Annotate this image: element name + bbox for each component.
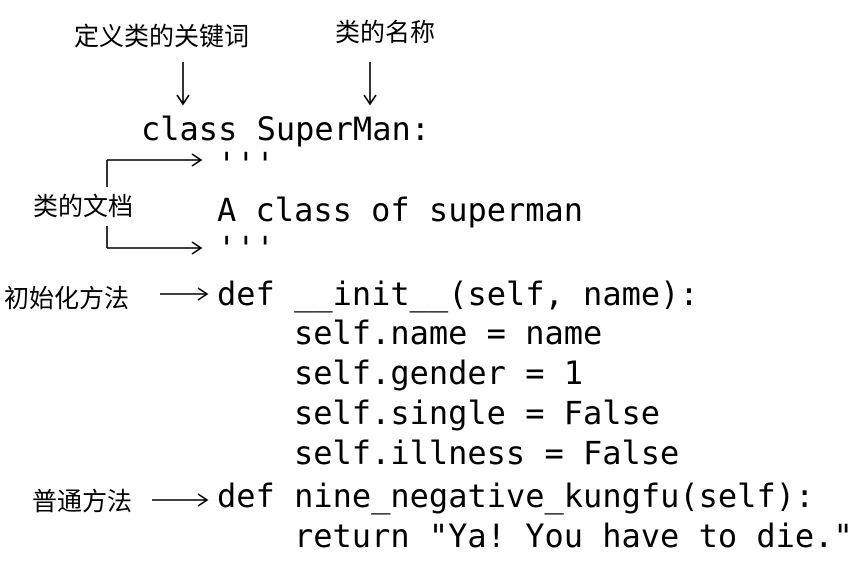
docstring-text: A class of superman: [217, 191, 584, 229]
init-body-line: self.name = name: [294, 314, 603, 352]
class-doc-label: 类的文档: [33, 192, 134, 221]
normal-method-label: 普通方法: [32, 487, 133, 516]
init-def-line: def __init__(self, name):: [217, 275, 699, 313]
init-body-line: self.gender = 1: [294, 354, 583, 392]
docstring-open: ''': [217, 145, 275, 183]
init-method-label: 初始化方法: [4, 284, 130, 313]
method-body-line: return "Ya! You have to die.": [294, 517, 853, 555]
class-definition-line: class SuperMan:: [141, 110, 430, 148]
init-body-line: self.illness = False: [294, 434, 680, 472]
docstring-close: ''': [217, 229, 275, 267]
define-keyword-label: 定义类的关键词: [74, 22, 250, 51]
class-name-label: 类的名称: [335, 18, 436, 47]
init-body-line: self.single = False: [294, 394, 661, 432]
method-def-line: def nine_negative_kungfu(self):: [217, 477, 815, 515]
